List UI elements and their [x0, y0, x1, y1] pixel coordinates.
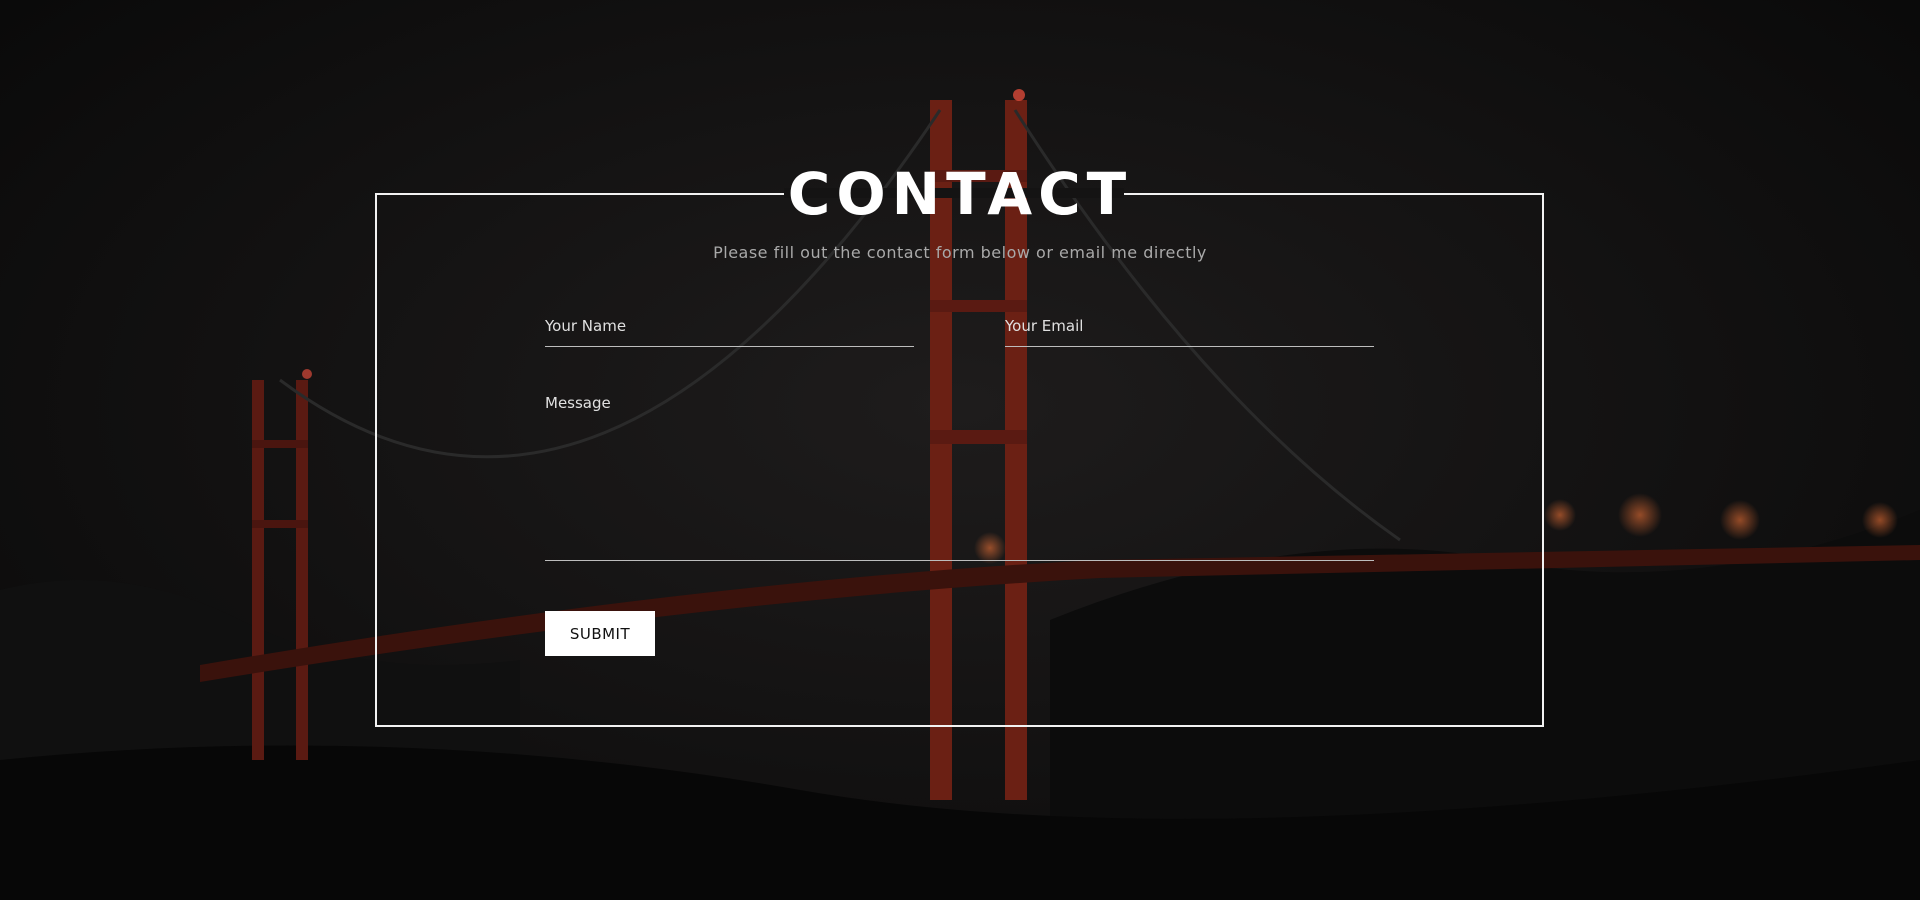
name-field	[545, 316, 914, 347]
page-title: CONTACT	[787, 160, 1133, 228]
name-input[interactable]	[545, 317, 914, 335]
email-input[interactable]	[1005, 317, 1374, 335]
email-field	[1005, 316, 1374, 347]
message-textarea[interactable]	[545, 394, 1374, 544]
message-field	[545, 394, 1374, 561]
submit-button[interactable]: SUBMIT	[545, 611, 655, 656]
title-container: CONTACT	[0, 152, 1920, 236]
page-subtitle: Please fill out the contact form below o…	[713, 243, 1207, 262]
